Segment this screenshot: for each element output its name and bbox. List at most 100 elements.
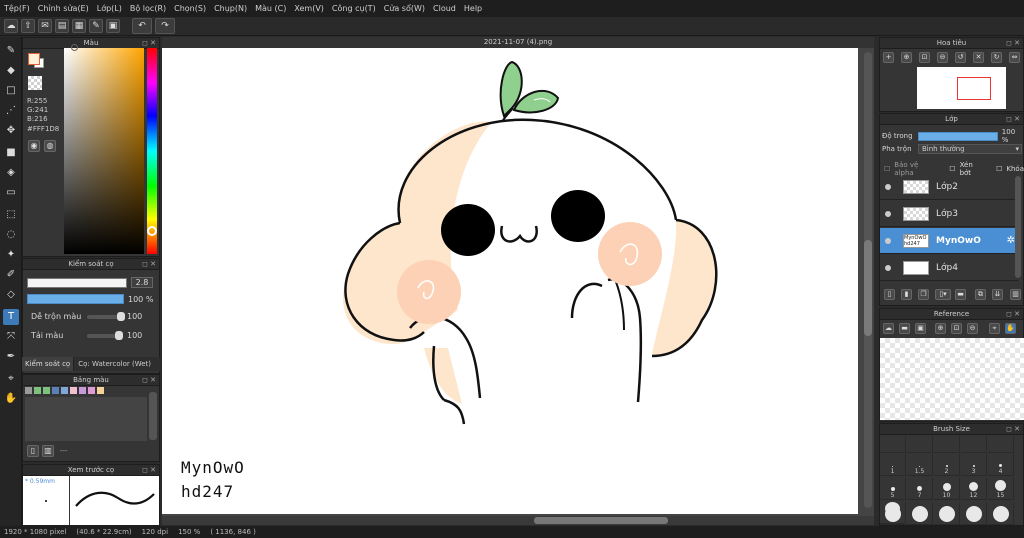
layer-item-selected[interactable]: MynOwO hd247 MynOwO ✲ [880,228,1018,254]
magic-wand-icon[interactable]: ✦ [3,247,19,263]
palette-swatch[interactable] [52,387,59,394]
menu-color[interactable]: Màu (C) [255,4,286,13]
clipping-checkbox[interactable]: ☐ [949,165,955,173]
palette-swatch[interactable] [34,387,41,394]
layer-blend-select[interactable]: Bình thường ▾ [918,144,1022,154]
brush-size-cell[interactable]: 3 [961,454,987,476]
palette-swatch[interactable] [61,387,68,394]
flip-icon[interactable]: ⇔ [1009,52,1020,63]
brush-size-value[interactable]: 2.8 [131,277,153,288]
palette-swatch[interactable] [79,387,86,394]
panel-close-icon[interactable]: ◻ ✕ [1006,424,1020,435]
reload-slider-knob[interactable] [115,330,123,340]
open-folder-icon[interactable]: ▬ [899,323,910,334]
brush-size-cell[interactable] [961,503,987,525]
brush-size-cell[interactable]: 7 [907,478,933,500]
saturation-value-picker[interactable] [64,48,144,254]
color-set-icon[interactable]: ◍ [44,140,56,152]
hand-icon[interactable]: ✋ [1005,323,1016,334]
navigator-view-rect[interactable] [957,77,991,100]
blend-slider-knob[interactable] [117,311,125,321]
palette-swatch[interactable] [70,387,77,394]
menu-layer[interactable]: Lớp(L) [97,4,122,13]
color-wheel-icon[interactable]: ◉ [28,140,40,152]
brush-size-cell[interactable] [934,436,960,453]
panel-close-icon[interactable]: ◻ ✕ [142,465,156,476]
gradient-tool-icon[interactable]: ▭ [3,185,19,201]
menu-select[interactable]: Chọn(S) [174,4,206,13]
comment-icon[interactable]: ▤ [55,19,69,33]
canvas-viewport[interactable]: MynOwO hd247 [162,48,874,516]
folder-icon[interactable]: ▬ [955,289,966,300]
menu-window[interactable]: Cửa sổ(W) [384,4,425,13]
undo-button[interactable]: ↶ [132,18,152,34]
reference-image-area[interactable] [880,338,1024,420]
brush-size-cell[interactable]: 1 [880,454,906,476]
panel-close-icon[interactable]: ◻ ✕ [1006,38,1020,49]
layer-opacity-slider[interactable] [917,131,998,141]
layers-scrollbar[interactable] [1015,176,1021,278]
zoom-in-icon[interactable]: + [883,52,894,63]
fit-icon[interactable]: ⊡ [919,52,930,63]
trash-icon[interactable]: ▥ [42,445,54,457]
panel-close-icon[interactable]: ◻ ✕ [1006,114,1020,125]
reset-icon[interactable]: ✕ [973,52,984,63]
lasso-tool-icon[interactable]: ◌ [3,227,19,243]
canvas-vertical-scrollbar[interactable] [864,52,872,508]
tab-brush-control[interactable]: Kiểm soát cọ [22,357,75,371]
reload-slider[interactable] [87,330,123,340]
menu-view[interactable]: Xem(V) [294,4,324,13]
menu-edit[interactable]: Chỉnh sửa(E) [38,4,89,13]
shape-tool-icon[interactable]: □ [3,83,19,99]
canvas-vertical-scroll-thumb[interactable] [864,240,872,336]
brush-size-cell[interactable] [988,436,1014,453]
canvas-horizontal-scrollbar[interactable] [162,516,874,525]
visibility-icon[interactable] [885,210,891,217]
brush-size-cell[interactable] [907,436,933,453]
hue-slider[interactable] [147,48,157,254]
lock-checkbox[interactable]: ☐ [996,165,1002,173]
zoom-in-alt-icon[interactable]: ⊕ [901,52,912,63]
move-tool-icon[interactable]: ✥ [3,123,19,139]
cloud-icon[interactable]: ☁ [4,19,18,33]
document-tab[interactable]: 2021-11-07 (4).png [162,37,874,48]
menu-filter[interactable]: Bộ lọc(R) [130,4,166,13]
brush-size-cell[interactable] [907,503,933,525]
merge-layer-icon[interactable]: ⇊ [992,289,1003,300]
select-eraser-icon[interactable]: ◇ [3,287,19,303]
brush-opacity-slider[interactable] [27,294,124,304]
menu-help[interactable]: Help [464,4,482,13]
share-icon[interactable]: ⇧ [21,19,35,33]
dot-tool-icon[interactable]: ⋰ [3,103,19,119]
visibility-icon[interactable] [885,237,891,244]
brush-size-slider[interactable] [27,277,127,288]
palette-swatch[interactable] [88,387,95,394]
palette-scrollbar[interactable] [149,392,157,440]
sv-picker-knob[interactable] [71,44,78,51]
protect-alpha-checkbox[interactable]: ☐ [884,165,890,173]
eraser-tool-icon[interactable]: ◆ [3,63,19,79]
hue-slider-knob[interactable] [147,226,157,236]
gear-icon[interactable]: ✲ [1007,235,1015,246]
menu-tools[interactable]: Công cụ(T) [332,4,376,13]
zoom-in-icon[interactable]: ⊕ [935,323,946,334]
brush-size-cell[interactable] [880,436,906,453]
drawing-canvas[interactable]: MynOwO hd247 [162,48,858,514]
cloud-import-icon[interactable]: ☁ [883,323,894,334]
brush-tool-icon[interactable]: ✎ [3,43,19,59]
eyedropper-tool-icon[interactable]: ⌖ [3,371,19,387]
rotate-right-icon[interactable]: ↻ [991,52,1002,63]
menu-capture[interactable]: Chụp(N) [214,4,247,13]
rotate-left-icon[interactable]: ↺ [955,52,966,63]
brush-size-cell[interactable]: 10 [934,478,960,500]
new-palette-icon[interactable]: ▯ [27,445,39,457]
brush-size-cell[interactable]: 1.5 [907,454,933,476]
chat-icon[interactable]: ✉ [38,19,52,33]
divide-tool-icon[interactable]: ⤧ [3,329,19,345]
bucket-tool-icon[interactable]: ◈ [3,165,19,181]
canvas-horizontal-scroll-thumb[interactable] [534,517,668,524]
brush-size-cell[interactable]: 2 [934,454,960,476]
brush-size-cell[interactable] [880,503,906,525]
brush-settings-icon[interactable]: ✎ [89,19,103,33]
brush-size-cell[interactable]: 15 [988,478,1014,500]
